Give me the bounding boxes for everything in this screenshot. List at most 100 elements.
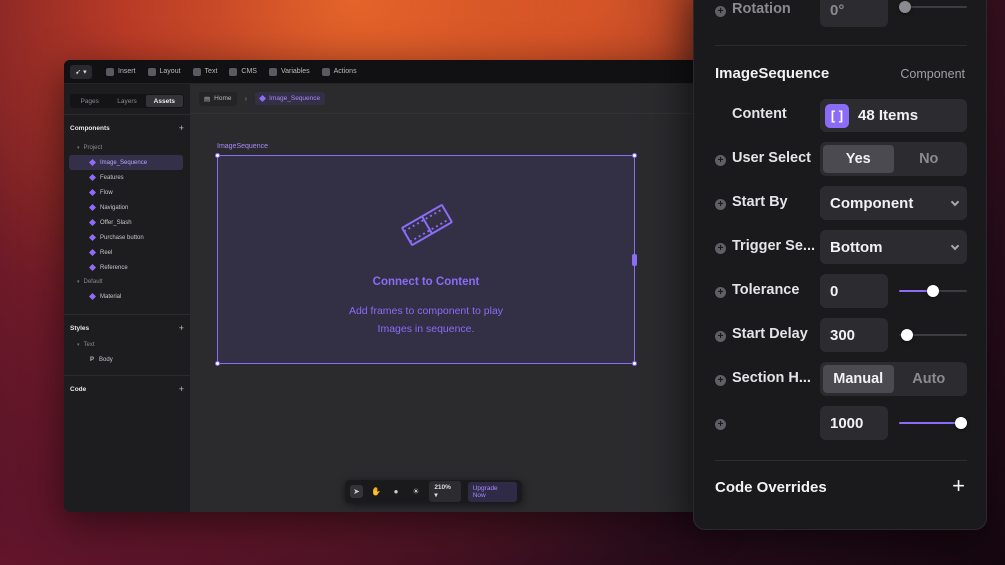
group-default[interactable]: ▾ Default: [64, 275, 190, 289]
variables-icon: [268, 67, 277, 76]
value-input[interactable]: 1000: [820, 406, 888, 440]
slider-knob[interactable]: [901, 329, 913, 341]
logo-icon: ➹: [75, 68, 82, 76]
toolbar-variables[interactable]: Variables: [268, 67, 310, 76]
tab-layers[interactable]: Layers: [108, 95, 145, 107]
trigger-row: + Trigger Se... Bottom: [694, 230, 986, 266]
add-component-button[interactable]: +: [179, 123, 184, 133]
resize-handle[interactable]: [632, 361, 637, 366]
component-icon: [88, 188, 97, 197]
add-property-icon[interactable]: +: [715, 419, 726, 430]
group-project[interactable]: ▾ Project: [64, 141, 190, 155]
tab-pages[interactable]: Pages: [71, 95, 108, 107]
slider-knob[interactable]: [899, 1, 911, 13]
add-property-icon[interactable]: +: [715, 155, 726, 166]
add-property-icon[interactable]: +: [715, 375, 726, 386]
tolerance-slider[interactable]: [899, 285, 967, 297]
upgrade-button[interactable]: Upgrade Now: [467, 481, 517, 502]
component-icon: [88, 263, 97, 272]
toolbar-cms[interactable]: CMS: [229, 67, 257, 76]
plus-icon: [106, 67, 114, 76]
theme-toggle-icon[interactable]: ☀: [409, 485, 422, 498]
component-item-flow[interactable]: Flow: [69, 185, 183, 200]
brackets-icon: [ ]: [825, 103, 849, 128]
code-overrides-title: Code Overrides: [715, 479, 827, 496]
add-code-button[interactable]: +: [179, 384, 184, 394]
component-icon: [88, 218, 97, 227]
start-by-dropdown[interactable]: Component: [820, 186, 967, 220]
comment-tool-icon[interactable]: ●: [390, 485, 403, 498]
chevron-down-icon: [950, 241, 960, 251]
section-manual[interactable]: Manual: [823, 365, 894, 393]
add-property-icon[interactable]: +: [715, 331, 726, 342]
resize-handle[interactable]: [632, 153, 637, 158]
add-property-icon[interactable]: +: [715, 6, 726, 17]
start-delay-slider[interactable]: [899, 329, 967, 341]
component-frame[interactable]: Connect to Content Add frames to compone…: [215, 153, 637, 366]
component-item-reel[interactable]: Reel: [69, 245, 183, 260]
component-item-features[interactable]: Features: [69, 170, 183, 185]
tab-assets[interactable]: Assets: [145, 95, 183, 107]
value-slider[interactable]: [899, 417, 967, 429]
rotation-input[interactable]: 0°: [820, 0, 888, 27]
sidebar-tabs: Pages Layers Assets: [70, 94, 184, 108]
add-style-button[interactable]: +: [179, 323, 184, 333]
empty-state-title: Connect to Content: [372, 276, 480, 288]
component-item-image-sequence[interactable]: Image_Sequence: [69, 155, 183, 170]
side-resize-handle[interactable]: [632, 254, 637, 266]
slider-knob[interactable]: [955, 417, 967, 429]
cursor-tool-icon[interactable]: ➤: [350, 485, 363, 498]
styles-section-header: Styles +: [64, 321, 190, 335]
component-icon: [88, 203, 97, 212]
toolbar-insert[interactable]: Insert: [106, 67, 136, 76]
chevron-down-icon: ▾: [83, 68, 87, 76]
start-delay-input[interactable]: 300: [820, 318, 888, 352]
user-select-row: + User Select Yes No: [694, 142, 986, 178]
component-item-reference[interactable]: Reference: [69, 260, 183, 275]
start-delay-row: + Start Delay 300: [694, 318, 986, 354]
toolbar-text[interactable]: Text: [192, 67, 217, 76]
components-section-header: Components +: [64, 121, 190, 135]
component-icon: [259, 94, 267, 103]
layout-icon: [147, 67, 156, 76]
group-text[interactable]: ▾ Text: [64, 338, 190, 352]
component-item-offer-slash[interactable]: Offer_Slash: [69, 215, 183, 230]
toolbar-actions[interactable]: Actions: [321, 67, 357, 76]
component-item-navigation[interactable]: Navigation: [69, 200, 183, 215]
start-by-row: + Start By Component: [694, 186, 986, 222]
component-name: ImageSequence: [715, 65, 830, 82]
user-select-toggle: Yes No: [820, 142, 967, 176]
component-item-purchase-button[interactable]: Purchase button: [69, 230, 183, 245]
slider-knob[interactable]: [927, 285, 939, 297]
user-select-label: User Select: [732, 150, 811, 166]
breadcrumb-home[interactable]: ▤ Home: [199, 91, 237, 106]
section-auto[interactable]: Auto: [894, 365, 965, 393]
tolerance-input[interactable]: 0: [820, 274, 888, 308]
frame-label[interactable]: ImageSequence: [217, 143, 268, 150]
content-field[interactable]: [ ] 48 Items: [820, 99, 967, 132]
add-code-override-button[interactable]: +: [952, 473, 965, 499]
breadcrumb-current[interactable]: Image_Sequence: [255, 92, 326, 105]
component-item-material[interactable]: Material: [69, 289, 183, 304]
user-select-yes[interactable]: Yes: [823, 145, 894, 173]
style-item-body[interactable]: P Body: [69, 352, 183, 367]
properties-panel: + Rotation 0° ImageSequence Component Co…: [693, 0, 987, 530]
rotation-label: Rotation: [732, 1, 791, 17]
component-icon: [88, 248, 97, 257]
resize-handle[interactable]: [215, 361, 220, 366]
code-title: Code: [70, 385, 87, 393]
add-property-icon[interactable]: +: [715, 243, 726, 254]
resize-handle[interactable]: [215, 153, 220, 158]
toolbar-layout[interactable]: Layout: [147, 67, 181, 76]
hand-tool-icon[interactable]: ✋: [370, 485, 383, 498]
trigger-dropdown[interactable]: Bottom: [820, 230, 967, 264]
user-select-no[interactable]: No: [894, 145, 965, 173]
add-property-icon[interactable]: +: [715, 287, 726, 298]
component-icon: [88, 173, 97, 182]
bottom-toolbar: ➤ ✋ ● ☀ 210% ▾ Upgrade Now: [345, 480, 522, 503]
rotation-slider[interactable]: [899, 1, 967, 13]
zoom-dropdown[interactable]: 210% ▾: [429, 481, 461, 502]
add-property-icon[interactable]: +: [715, 199, 726, 210]
app-menu-button[interactable]: ➹ ▾: [70, 64, 92, 79]
canvas[interactable]: ▤ Home › Image_Sequence ImageSequence Con…: [191, 84, 704, 512]
